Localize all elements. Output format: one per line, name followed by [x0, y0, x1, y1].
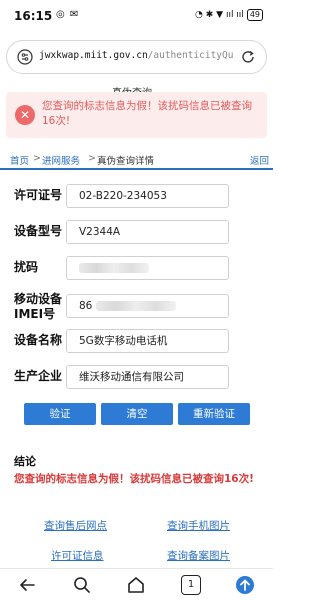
model-field[interactable]: V2344A [66, 220, 229, 244]
clock: 16:15 [14, 9, 53, 23]
breadcrumb-separator: > [88, 153, 96, 164]
home-icon[interactable] [126, 575, 146, 595]
browser-nav-bar: 1 [0, 568, 273, 600]
battery-icon: 49 [246, 9, 263, 21]
breadcrumb: 首页 > 进网服务 > 真伪查询详情 返回 [0, 150, 273, 170]
breadcrumb-current: 真伪查询详情 [97, 156, 155, 167]
url-text[interactable]: jwxkwap.miit.gov.cn/authenticityQueryDet [39, 50, 233, 61]
license-info-link[interactable]: 许可证信息 [51, 548, 104, 563]
signal-icons: ◔ ✱ ▼ ııl ııl [195, 10, 244, 20]
breadcrumb-home[interactable]: 首页 [10, 153, 29, 167]
license-field[interactable]: 02-B220-234053 [66, 184, 229, 208]
url-path: /authenticityQueryDet [147, 50, 233, 61]
search-icon[interactable] [72, 575, 92, 595]
license-label: 许可证号 [14, 188, 63, 202]
redacted-value [95, 301, 176, 311]
error-toast: ✕ 您查询的标志信息为假！该扰码信息已被查询16次! [6, 92, 267, 138]
conclusion-title: 结论 [14, 455, 36, 468]
tabs-button[interactable]: 1 [181, 575, 201, 595]
back-link[interactable]: 返回 [250, 153, 269, 167]
manufacturer-field[interactable]: 维沃移动通信有限公司 [66, 365, 229, 389]
scramble-label: 扰码 [14, 260, 39, 274]
address-bar[interactable]: jwxkwap.miit.gov.cn/authenticityQueryDet [6, 40, 267, 74]
model-label: 设备型号 [14, 224, 63, 238]
conclusion-text: 您查询的标志信息为假！该扰码信息已被查询16次! [14, 473, 254, 485]
scramble-field[interactable] [66, 256, 229, 280]
device-name-label: 设备名称 [14, 333, 63, 347]
service-outlets-link[interactable]: 查询售后网点 [44, 518, 107, 533]
clear-button[interactable]: 清空 [101, 403, 173, 425]
breadcrumb-service[interactable]: 进网服务 [42, 153, 80, 167]
manufacturer-label: 生产企业 [14, 369, 63, 383]
imei-label-line2: IMEI号 [14, 307, 56, 321]
system-indicators: ◔ ✱ ▼ ııl ııl 49 [195, 9, 263, 21]
phone-images-link[interactable]: 查询手机图片 [167, 518, 230, 533]
status-bar: 16:15 ◎ ✉ ◔ ✱ ▼ ııl ııl 49 [0, 0, 273, 34]
notification-icons: ◎ ✉ [56, 9, 80, 20]
upload-icon[interactable] [235, 575, 255, 595]
site-info-icon[interactable] [17, 49, 33, 65]
url-host: jwxkwap.miit.gov.cn [39, 50, 148, 61]
back-arrow-icon[interactable] [17, 575, 37, 595]
reload-icon[interactable] [240, 49, 256, 65]
error-icon: ✕ [15, 105, 35, 125]
reverify-button[interactable]: 重新验证 [178, 403, 250, 425]
action-buttons: 验证 清空 重新验证 [24, 403, 250, 425]
imei-label: 移动设备 IMEI号 [14, 292, 62, 322]
verify-button[interactable]: 验证 [24, 403, 96, 425]
breadcrumb-separator: > [33, 153, 41, 164]
imei-prefix: 86 [79, 300, 93, 312]
device-name-field[interactable]: 5G数字移动电话机 [66, 329, 229, 353]
redacted-value [79, 263, 149, 273]
imei-field[interactable]: 86 [66, 294, 229, 318]
imei-label-line1: 移动设备 [14, 292, 63, 306]
toast-message: 您查询的标志信息为假！该扰码信息已被查询16次! [42, 100, 252, 127]
filing-images-link[interactable]: 查询备案图片 [167, 548, 230, 563]
